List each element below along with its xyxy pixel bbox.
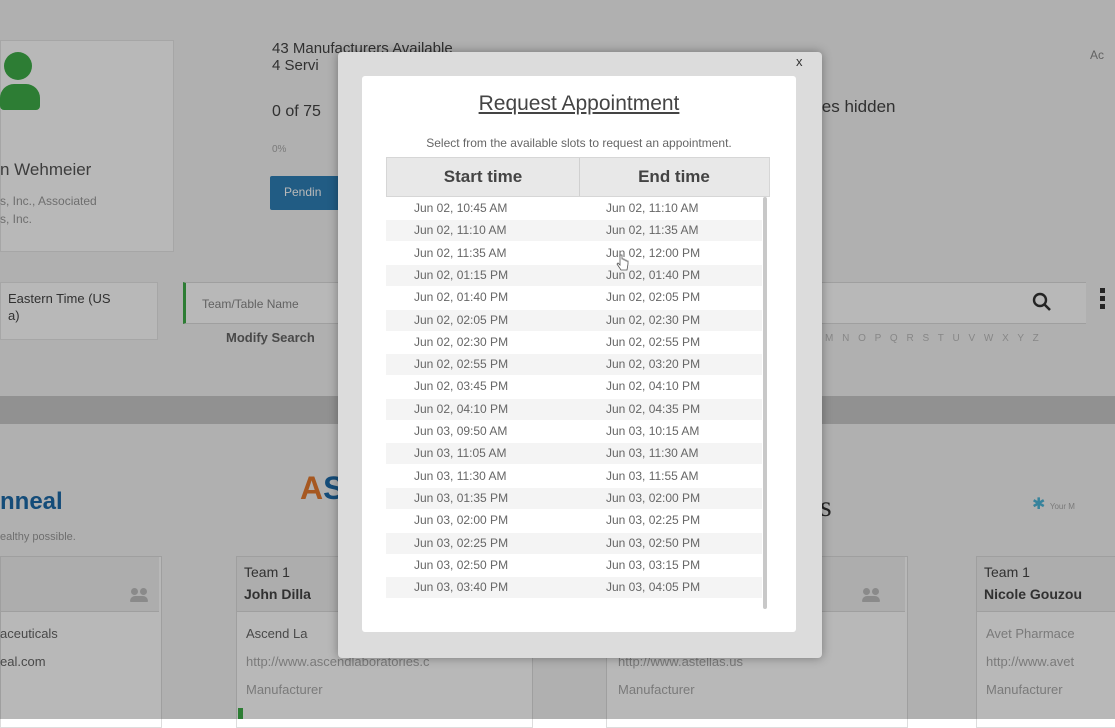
slot-end-time: Jun 02, 04:10 PM: [606, 379, 701, 394]
slot-end-time: Jun 03, 02:25 PM: [606, 513, 701, 528]
slot-row[interactable]: Jun 03, 03:40 PM Jun 03, 04:05 PM: [386, 577, 762, 599]
slot-row[interactable]: Jun 02, 02:30 PM Jun 02, 02:55 PM: [386, 331, 762, 353]
start-time-header: Start time: [387, 158, 580, 196]
close-button[interactable]: x: [796, 54, 803, 69]
slot-start-time: Jun 02, 02:05 PM: [414, 312, 509, 327]
slot-start-time: Jun 02, 01:40 PM: [414, 290, 509, 305]
modal-subtitle: Select from the available slots to reque…: [426, 136, 732, 150]
slot-end-time: Jun 02, 11:35 AM: [606, 223, 699, 238]
slot-row[interactable]: Jun 02, 11:35 AM Jun 02, 12:00 PM: [386, 242, 762, 264]
slot-row[interactable]: Jun 03, 02:50 PM Jun 03, 03:15 PM: [386, 554, 762, 576]
slot-start-time: Jun 03, 02:25 PM: [414, 535, 509, 550]
slot-end-time: Jun 03, 02:50 PM: [606, 535, 701, 550]
slot-row[interactable]: Jun 02, 01:15 PM Jun 02, 01:40 PM: [386, 264, 762, 286]
slot-row[interactable]: Jun 02, 01:40 PM Jun 02, 02:05 PM: [386, 287, 762, 309]
slot-row[interactable]: Jun 03, 09:50 AM Jun 03, 10:15 AM: [386, 421, 762, 442]
slot-row[interactable]: Jun 03, 11:30 AM Jun 03, 11:55 AM: [386, 465, 762, 487]
slot-end-time: Jun 03, 11:30 AM: [606, 446, 699, 461]
slot-start-time: Jun 02, 04:10 PM: [414, 401, 509, 416]
slot-start-time: Jun 03, 01:35 PM: [414, 490, 509, 505]
slot-row[interactable]: Jun 02, 11:10 AM Jun 02, 11:35 AM: [386, 220, 762, 242]
slots-scrollbar[interactable]: [763, 197, 767, 609]
slot-end-time: Jun 03, 03:15 PM: [606, 557, 701, 572]
slot-start-time: Jun 02, 02:55 PM: [414, 357, 509, 372]
slot-start-time: Jun 03, 11:30 AM: [414, 468, 507, 483]
slot-end-time: Jun 03, 10:15 AM: [606, 424, 700, 438]
slot-start-time: Jun 03, 03:40 PM: [414, 580, 509, 595]
slot-start-time: Jun 03, 11:05 AM: [414, 446, 507, 461]
slot-start-time: Jun 02, 03:45 PM: [414, 379, 509, 394]
slot-end-time: Jun 02, 11:10 AM: [606, 201, 699, 215]
slot-end-time: Jun 02, 03:20 PM: [606, 357, 701, 372]
slot-start-time: Jun 02, 02:30 PM: [414, 334, 509, 349]
slots-table-header: Start time End time: [386, 157, 770, 197]
slot-row[interactable]: Jun 02, 10:45 AM Jun 02, 11:10 AM: [386, 198, 762, 219]
slot-end-time: Jun 03, 02:00 PM: [606, 490, 701, 505]
slot-row[interactable]: Jun 03, 01:35 PM Jun 03, 02:00 PM: [386, 487, 762, 509]
slot-end-time: Jun 02, 02:55 PM: [606, 334, 701, 349]
slot-row[interactable]: Jun 03, 02:25 PM Jun 03, 02:50 PM: [386, 532, 762, 554]
slot-end-time: Jun 02, 04:35 PM: [606, 401, 701, 416]
slot-end-time: Jun 02, 02:30 PM: [606, 312, 701, 327]
slot-start-time: Jun 02, 11:10 AM: [414, 223, 507, 238]
slot-row[interactable]: Jun 02, 04:10 PM Jun 02, 04:35 PM: [386, 398, 762, 420]
slot-row[interactable]: Jun 02, 02:55 PM Jun 02, 03:20 PM: [386, 354, 762, 376]
slot-end-time: Jun 03, 04:05 PM: [606, 580, 701, 595]
slot-row[interactable]: Jun 02, 02:05 PM Jun 02, 02:30 PM: [386, 309, 762, 331]
slot-start-time: Jun 03, 09:50 AM: [414, 424, 508, 438]
slot-start-time: Jun 02, 01:15 PM: [414, 267, 509, 282]
slot-row[interactable]: Jun 02, 03:45 PM Jun 02, 04:10 PM: [386, 376, 762, 398]
slot-start-time: Jun 02, 10:45 AM: [414, 201, 508, 215]
mouse-cursor-icon: [616, 254, 629, 271]
slot-start-time: Jun 02, 11:35 AM: [414, 245, 507, 260]
slot-row[interactable]: Jun 03, 02:00 PM Jun 03, 02:25 PM: [386, 510, 762, 532]
slot-start-time: Jun 03, 02:50 PM: [414, 557, 509, 572]
slot-end-time: Jun 03, 11:55 AM: [606, 468, 699, 483]
slot-row[interactable]: Jun 03, 11:05 AM Jun 03, 11:30 AM: [386, 443, 762, 465]
slot-end-time: Jun 02, 02:05 PM: [606, 290, 701, 305]
slot-start-time: Jun 03, 02:00 PM: [414, 513, 509, 528]
modal-title: Request Appointment: [478, 92, 680, 115]
end-time-header: End time: [638, 167, 710, 186]
